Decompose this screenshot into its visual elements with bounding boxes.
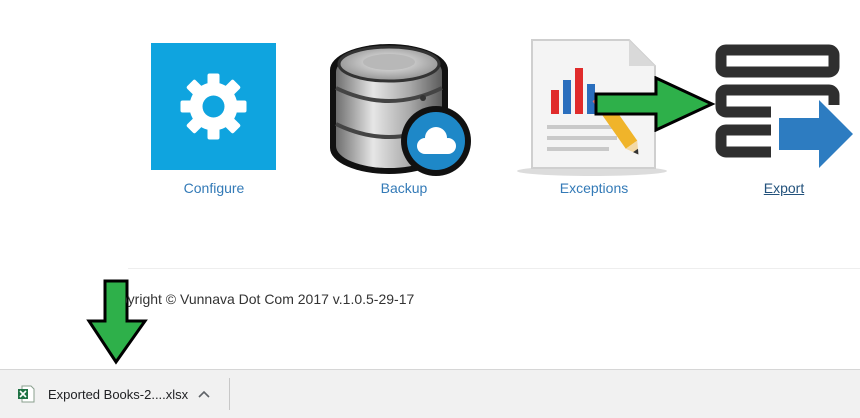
download-separator — [229, 378, 230, 410]
copyright-text: Copyright © Vunnava Dot Com 2017 v.1.0.5… — [126, 291, 426, 307]
excel-file-icon — [18, 385, 35, 403]
download-item[interactable]: Exported Books-2....xlsx — [0, 370, 229, 418]
chevron-up-icon[interactable] — [197, 387, 211, 401]
export-icon[interactable] — [699, 28, 860, 178]
gear-icon[interactable] — [129, 28, 299, 178]
database-cloud-icon[interactable] — [319, 28, 489, 178]
right-arrow-icon — [594, 76, 716, 132]
export-link[interactable]: Export — [699, 180, 860, 196]
copyright-label: Copyright © Vunnava Dot Com 2017 v.1.0.5… — [126, 291, 415, 307]
export-tile[interactable]: Export — [699, 28, 860, 208]
backup-link[interactable]: Backup — [319, 180, 489, 196]
footer-divider — [128, 268, 860, 269]
exceptions-link[interactable]: Exceptions — [509, 180, 679, 196]
configure-tile[interactable]: Configure — [129, 28, 299, 208]
backup-tile[interactable]: Backup — [319, 28, 489, 208]
download-file-name[interactable]: Exported Books-2....xlsx — [48, 387, 188, 402]
configure-link[interactable]: Configure — [129, 180, 299, 196]
download-bar: Exported Books-2....xlsx — [0, 369, 860, 418]
